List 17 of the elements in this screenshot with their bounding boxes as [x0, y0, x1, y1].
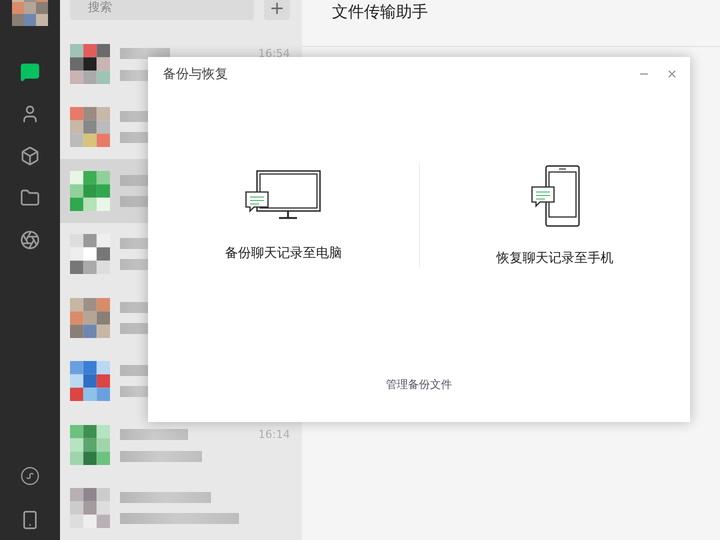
chat-title: 文件传输助手: [332, 2, 428, 23]
manage-backup-link[interactable]: 管理备份文件: [386, 377, 452, 392]
dialog-title: 备份与恢复: [163, 66, 229, 83]
blurred-text: [120, 48, 170, 59]
cube-icon[interactable]: [20, 146, 40, 166]
add-button[interactable]: +: [264, 0, 290, 20]
option-label[interactable]: 备份聊天记录至电脑: [224, 244, 342, 262]
close-icon[interactable]: [666, 68, 678, 80]
blurred-text: [120, 428, 188, 440]
option-label[interactable]: 恢复聊天记录至手机: [496, 248, 614, 266]
chat-time: 16:14: [258, 428, 290, 441]
chat-icon[interactable]: [20, 62, 40, 82]
mini-program-icon[interactable]: [20, 466, 40, 486]
phone-chat-icon: [530, 164, 580, 226]
aperture-icon[interactable]: [20, 230, 40, 250]
monitor-chat-icon: [244, 170, 322, 222]
folder-icon[interactable]: [20, 188, 40, 208]
